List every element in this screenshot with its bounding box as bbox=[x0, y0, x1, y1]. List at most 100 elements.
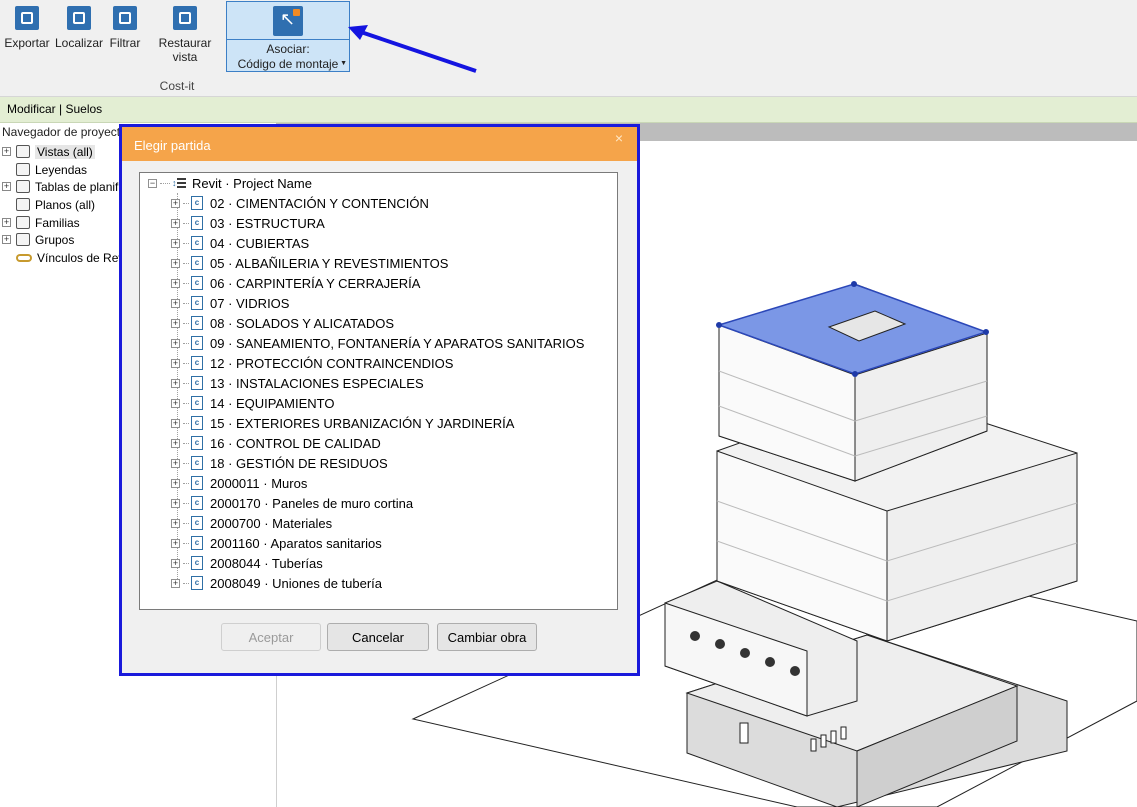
cost-item-icon: c bbox=[191, 416, 203, 430]
tree-root[interactable]: − ↕ Revit · Project Name bbox=[148, 173, 312, 193]
expand-icon[interactable]: + bbox=[171, 298, 180, 308]
close-icon[interactable]: × bbox=[615, 130, 623, 146]
tree-item[interactable]: + c 05 · ALBAÑILERIA Y REVESTIMIENTOS bbox=[171, 253, 448, 273]
accept-button[interactable]: Aceptar bbox=[221, 623, 321, 651]
browser-item-revit-links[interactable]: Vínculos de Revit bbox=[2, 249, 130, 266]
tree-item-label: 2008049 · Uniones de tubería bbox=[210, 575, 383, 591]
cancel-button[interactable]: Cancelar bbox=[327, 623, 429, 651]
browser-item-groups[interactable]: + Grupos bbox=[2, 231, 74, 248]
tree-item-label: 2008044 · Tuberías bbox=[210, 555, 323, 571]
tree-item[interactable]: + c 2001160 · Aparatos sanitarios bbox=[171, 533, 382, 553]
tree-root-label: Revit · Project Name bbox=[192, 175, 312, 191]
export-label: Exportar bbox=[4, 36, 50, 50]
expand-icon[interactable]: + bbox=[171, 478, 180, 488]
browser-item-label: Leyendas bbox=[35, 162, 88, 177]
tree-item[interactable]: + c 2000700 · Materiales bbox=[171, 513, 332, 533]
cost-item-icon: c bbox=[191, 556, 203, 570]
tree-item[interactable]: + c 18 · GESTIÓN DE RESIDUOS bbox=[171, 453, 388, 473]
tree-item[interactable]: + c 09 · SANEAMIENTO, FONTANERÍA Y APARATO… bbox=[171, 333, 584, 353]
cost-item-icon: c bbox=[191, 576, 203, 590]
tree-item-label: 13 · INSTALACIONES ESPECIALES bbox=[210, 375, 424, 391]
tree-item[interactable]: + c 04 · CUBIERTAS bbox=[171, 233, 309, 253]
restore-view-button[interactable]: Restaurar vista bbox=[146, 4, 224, 64]
tree-item-label: 04 · CUBIERTAS bbox=[210, 235, 310, 251]
tree-item[interactable]: + c 2000170 · Paneles de muro cortina bbox=[171, 493, 413, 513]
expand-icon[interactable]: + bbox=[171, 338, 180, 348]
cost-item-icon: c bbox=[191, 276, 203, 290]
tree-item-label: 15 · EXTERIORES URBANIZACIÓN Y JARDINERÍ… bbox=[210, 415, 515, 431]
views-icon bbox=[16, 145, 30, 158]
expand-icon[interactable]: + bbox=[171, 378, 180, 388]
tree-item[interactable]: + c 06 · CARPINTERÍA Y CERRAJERÍA bbox=[171, 273, 420, 293]
expand-icon[interactable]: + bbox=[171, 398, 180, 408]
browser-item-label: Vínculos de Revit bbox=[37, 250, 131, 265]
expand-icon[interactable]: + bbox=[2, 218, 11, 227]
tree-item[interactable]: + c 15 · EXTERIORES URBANIZACIÓN Y JARDINE… bbox=[171, 413, 514, 433]
expand-icon[interactable]: + bbox=[171, 418, 180, 428]
expand-icon[interactable]: + bbox=[2, 235, 11, 244]
cost-item-icon: c bbox=[191, 216, 203, 230]
restore-view-icon bbox=[173, 6, 197, 30]
expand-icon[interactable]: + bbox=[171, 438, 180, 448]
expand-icon[interactable]: + bbox=[2, 147, 11, 156]
expand-icon[interactable]: + bbox=[171, 258, 180, 268]
browser-item-families[interactable]: + Familias bbox=[2, 214, 80, 231]
expand-icon[interactable]: + bbox=[171, 358, 180, 368]
expand-icon[interactable]: + bbox=[171, 578, 180, 588]
tree-item-label: 12 · PROTECCIÓN CONTRAINCENDIOS bbox=[210, 355, 454, 371]
expand-icon[interactable]: + bbox=[171, 238, 180, 248]
tree-item-label: 05 · ALBAÑILERIA Y REVESTIMIENTOS bbox=[210, 255, 449, 271]
collapse-icon[interactable]: − bbox=[148, 178, 157, 188]
expand-icon[interactable]: + bbox=[171, 498, 180, 508]
tree-item[interactable]: + c 02 · CIMENTACIÓN Y CONTENCIÓN bbox=[171, 193, 429, 213]
filter-button[interactable]: Filtrar bbox=[108, 4, 142, 50]
expand-icon[interactable]: + bbox=[171, 518, 180, 528]
filter-icon bbox=[113, 6, 137, 30]
tree-item[interactable]: + c 12 · PROTECCIÓN CONTRAINCENDIOS bbox=[171, 353, 453, 373]
tree-item-label: 2000170 · Paneles de muro cortina bbox=[210, 495, 414, 511]
browser-item-label: Vistas (all) bbox=[35, 144, 95, 159]
cost-item-icon: c bbox=[191, 196, 203, 210]
export-icon bbox=[15, 6, 39, 30]
tree-item[interactable]: + c 08 · SOLADOS Y ALICATADOS bbox=[171, 313, 394, 333]
browser-item-legends[interactable]: Leyendas bbox=[2, 161, 87, 178]
expand-icon[interactable]: + bbox=[171, 198, 180, 208]
tree-item-label: 03 · ESTRUCTURA bbox=[210, 215, 325, 231]
tree-item[interactable]: + c 03 · ESTRUCTURA bbox=[171, 213, 325, 233]
expand-icon[interactable]: + bbox=[171, 538, 180, 548]
tree-item[interactable]: + c 2008049 · Uniones de tubería bbox=[171, 573, 382, 593]
browser-item-label: Grupos bbox=[35, 232, 75, 247]
tree-item-label: 2000011 · Muros bbox=[210, 475, 308, 491]
annotation-arrow bbox=[348, 25, 477, 73]
context-tab-bar: Modificar | Suelos bbox=[0, 97, 1137, 123]
locate-button[interactable]: Localizar bbox=[54, 4, 104, 50]
browser-title: Navegador de proyecto bbox=[2, 125, 127, 139]
link-icon bbox=[16, 254, 32, 262]
tree-item[interactable]: + c 16 · CONTROL DE CALIDAD bbox=[171, 433, 381, 453]
tree-item[interactable]: + c 14 · EQUIPAMIENTO bbox=[171, 393, 335, 413]
tree-item-label: 16 · CONTROL DE CALIDAD bbox=[210, 435, 381, 451]
items-tree[interactable]: − ↕ Revit · Project Name + c 02 · CIMENTAC… bbox=[139, 172, 618, 610]
expand-icon[interactable]: + bbox=[171, 218, 180, 228]
family-icon bbox=[16, 216, 30, 229]
expand-icon[interactable]: + bbox=[171, 318, 180, 328]
ribbon-panel-label: Cost-it bbox=[159, 79, 195, 93]
tree-item[interactable]: + c 2000011 · Muros bbox=[171, 473, 307, 493]
expand-icon[interactable]: + bbox=[171, 458, 180, 468]
legend-icon bbox=[16, 163, 30, 176]
dialog-title: Elegir partida bbox=[134, 138, 211, 153]
expand-icon[interactable]: + bbox=[171, 278, 180, 288]
cost-item-icon: c bbox=[191, 376, 203, 390]
expand-icon[interactable]: + bbox=[171, 558, 180, 568]
browser-item-sheets[interactable]: Planos (all) bbox=[2, 196, 95, 213]
cost-item-icon: c bbox=[191, 256, 203, 270]
browser-item-views[interactable]: + Vistas (all) bbox=[2, 143, 95, 160]
change-project-button[interactable]: Cambiar obra bbox=[437, 623, 537, 651]
expand-icon[interactable]: + bbox=[2, 182, 11, 191]
tree-item[interactable]: + c 07 · VIDRIOS bbox=[171, 293, 289, 313]
tree-item[interactable]: + c 13 · INSTALACIONES ESPECIALES bbox=[171, 373, 424, 393]
export-button[interactable]: Exportar bbox=[4, 4, 50, 50]
tree-item-label: 2000700 · Materiales bbox=[210, 515, 333, 531]
tree-item-label: 08 · SOLADOS Y ALICATADOS bbox=[210, 315, 394, 331]
tree-item[interactable]: + c 2008044 · Tuberías bbox=[171, 553, 323, 573]
